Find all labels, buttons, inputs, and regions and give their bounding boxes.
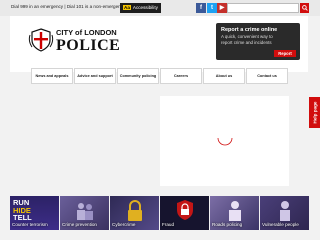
feature-tiles: RUN HIDE TELL Counter terrorism Crime pr… <box>10 196 309 230</box>
tile-caption: Cybercrime <box>112 222 136 227</box>
nav-item-news-and-appeals[interactable]: News and appeals <box>31 68 73 84</box>
shield-lock-icon <box>177 200 193 220</box>
site-header: CITY of LONDON POLICE Report a crime onl… <box>10 16 308 72</box>
search-input[interactable] <box>227 3 299 13</box>
tile-crime-prevention[interactable]: Crime prevention <box>60 196 109 230</box>
nav-item-community-policing[interactable]: Community policing <box>117 68 159 84</box>
tile-caption: Crime prevention <box>62 222 97 227</box>
logo-police-text: POLICE <box>56 37 121 54</box>
twitter-icon[interactable]: t <box>207 3 217 13</box>
tile-counter-terrorism[interactable]: RUN HIDE TELL Counter terrorism <box>10 196 59 230</box>
tile-caption: Vulnerable people <box>262 222 299 227</box>
loading-spinner-icon <box>217 137 233 146</box>
tile-caption: Fraud <box>162 222 175 227</box>
tile-vulnerable-people[interactable]: Vulnerable people <box>260 196 309 230</box>
nav-item-advice-and-support[interactable]: Advice and support <box>74 68 116 84</box>
tile-caption: Roads policing <box>212 222 243 227</box>
tile-fraud[interactable]: Fraud <box>160 196 209 230</box>
search-button[interactable] <box>300 3 309 13</box>
accessibility-button[interactable]: Aa Accessibility <box>120 3 161 13</box>
person-icon <box>280 201 290 221</box>
report-crime-panel: Report a crime online A quick, convenien… <box>216 23 300 60</box>
officer-icon <box>229 201 241 221</box>
youtube-icon[interactable]: ▶ <box>217 3 227 13</box>
tile-roads-policing[interactable]: Roads policing <box>210 196 259 230</box>
accessibility-icon: Aa <box>123 5 131 10</box>
people-icon <box>77 203 93 220</box>
report-title: Report a crime online <box>221 27 278 33</box>
top-bar: Dial 999 in an emergency | Dial 101 is a… <box>0 0 320 16</box>
run-hide-tell-badge: RUN HIDE TELL <box>13 199 32 222</box>
nav-item-about-us[interactable]: About us <box>203 68 245 84</box>
search-icon <box>301 5 308 11</box>
crest-icon <box>28 28 54 52</box>
site-logo[interactable]: CITY of LONDON POLICE <box>28 26 138 66</box>
tile-cybercrime[interactable]: Cybercrime <box>110 196 159 230</box>
nav-item-contact-us[interactable]: Contact us <box>246 68 288 84</box>
report-button[interactable]: Report <box>274 50 296 57</box>
report-description: A quick, convenient way to report crime … <box>221 34 273 45</box>
main-nav: News and appeals Advice and support Comm… <box>31 68 288 84</box>
logo-city-text: CITY of LONDON <box>56 28 117 37</box>
padlock-icon <box>128 200 142 221</box>
accessibility-label: Accessibility <box>132 5 158 10</box>
tile-caption: Counter terrorism <box>12 222 48 227</box>
badge-tell: TELL <box>13 213 32 222</box>
nav-item-careers[interactable]: Careers <box>160 68 202 84</box>
emergency-numbers-text: Dial 999 in an emergency | Dial 101 is a… <box>11 4 126 9</box>
facebook-icon[interactable]: f <box>196 3 206 13</box>
help-page-tab[interactable]: Help page <box>309 97 320 128</box>
help-page-label: Help page <box>312 101 318 124</box>
